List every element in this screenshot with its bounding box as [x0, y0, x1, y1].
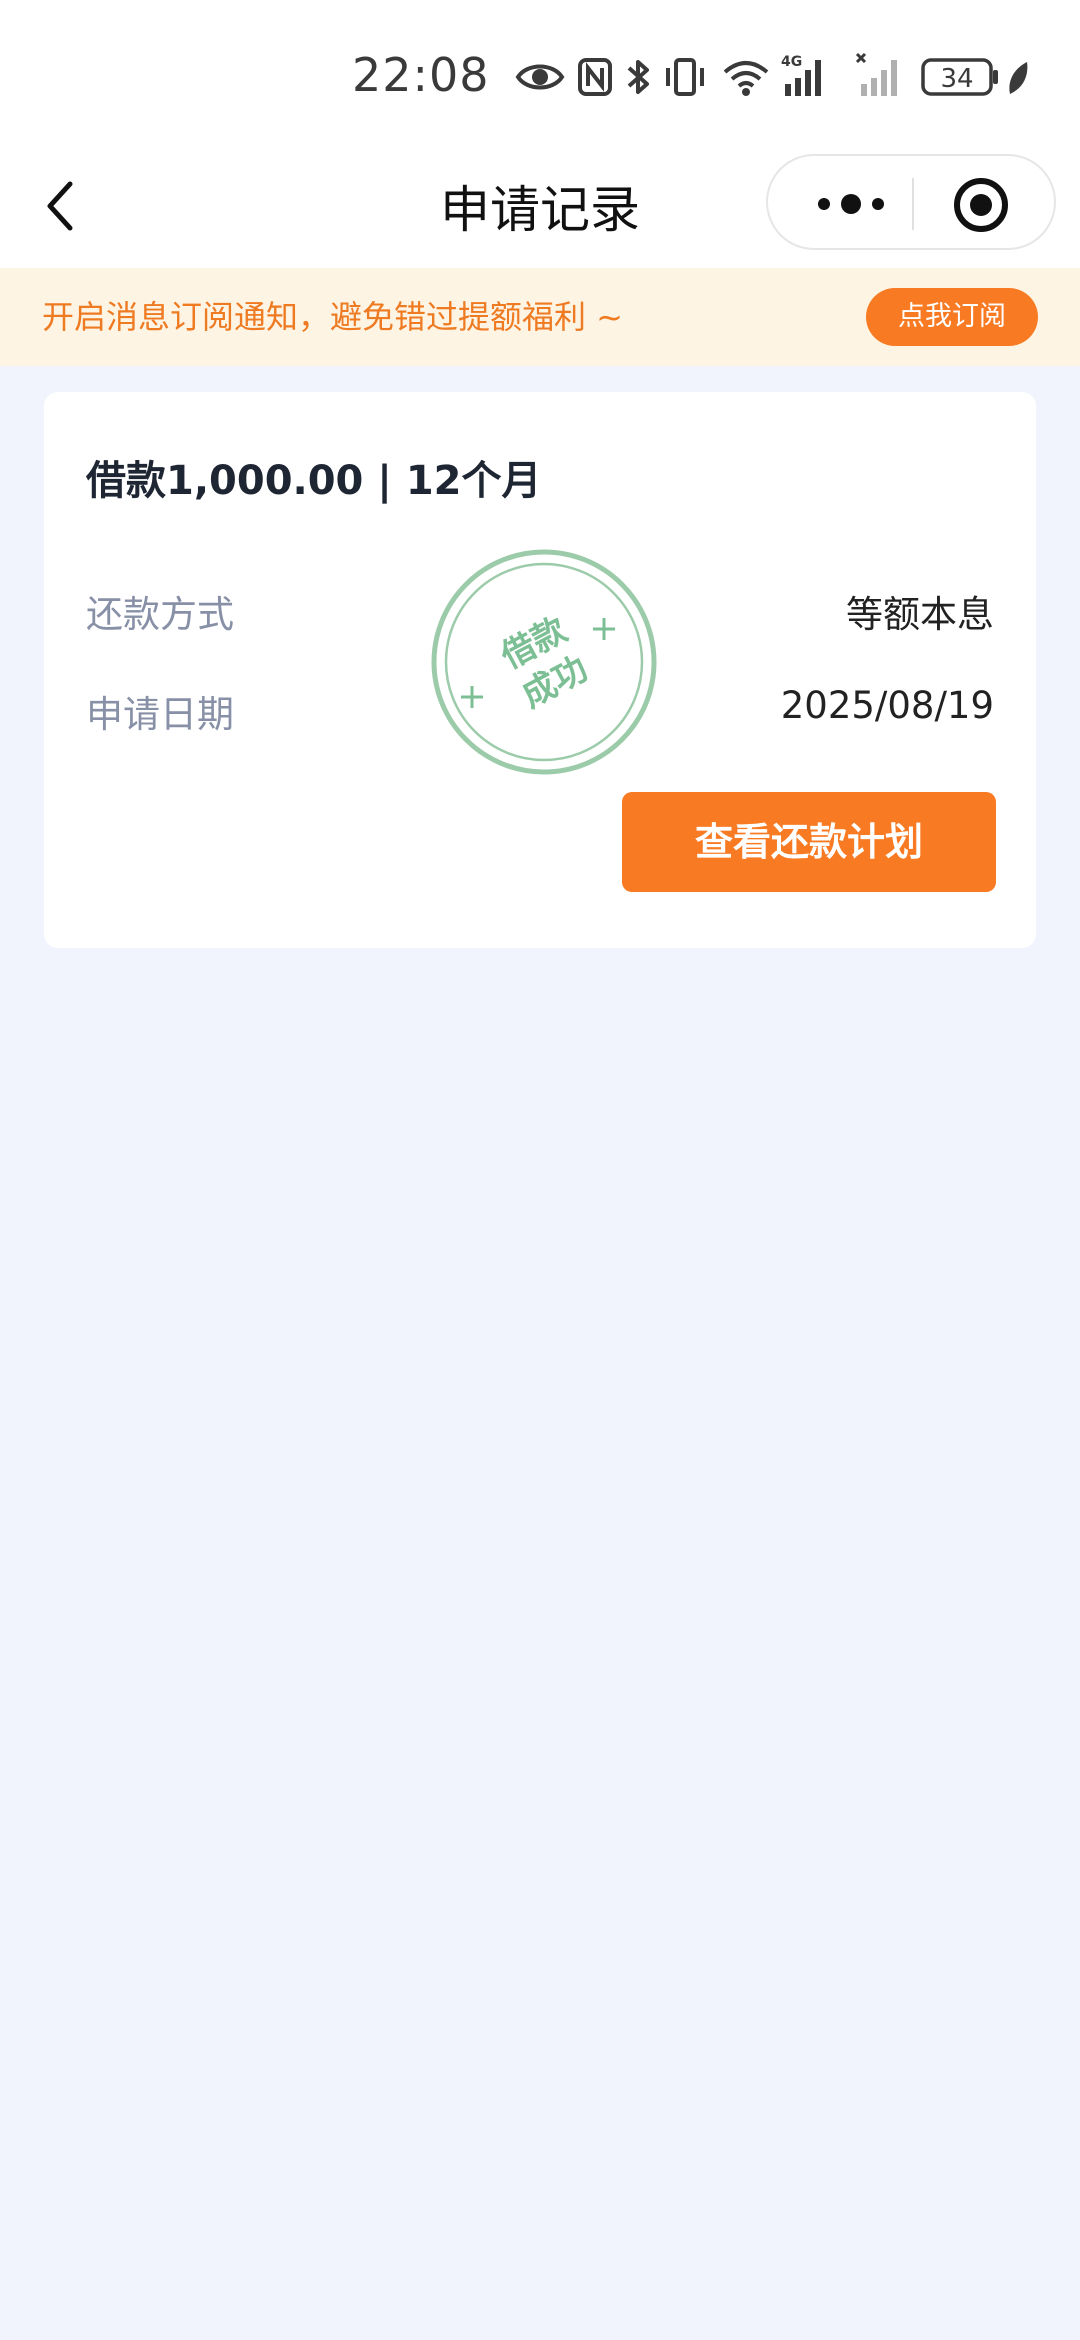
apply-date-value: 2025/08/19: [780, 684, 994, 727]
repay-method-label: 还款方式: [86, 593, 234, 636]
nfc-icon: [578, 58, 612, 96]
bluetooth-icon: [627, 60, 649, 94]
apply-date-label: 申请日期: [86, 693, 234, 736]
loan-title: 借款1,000.00 | 12个月: [86, 458, 542, 504]
back-button[interactable]: [36, 176, 84, 236]
status-time: 22:08: [352, 48, 490, 102]
view-repay-plan-button[interactable]: 查看还款计划: [622, 792, 996, 892]
target-icon[interactable]: [952, 176, 1010, 234]
signal-4g-icon: 4G: [781, 54, 821, 96]
repay-method-value: 等额本息: [846, 593, 994, 636]
wifi-icon: [723, 61, 769, 96]
notice-text: 开启消息订阅通知，避免错过提额福利 ~: [42, 298, 623, 336]
svg-text:34: 34: [940, 64, 973, 94]
nav-bar: 申请记录: [0, 150, 1080, 268]
subscribe-button[interactable]: 点我订阅: [866, 288, 1038, 346]
subscribe-notice: 开启消息订阅通知，避免错过提额福利 ~ 点我订阅: [0, 268, 1080, 366]
capsule-divider: [912, 178, 914, 230]
eye-icon: [515, 64, 565, 90]
mini-program-capsule: [766, 154, 1056, 250]
more-dots-icon[interactable]: [796, 174, 906, 234]
signal-no-sim-icon: [855, 52, 897, 96]
battery-icon: 34: [921, 58, 998, 96]
loan-success-stamp: 借款 成功: [431, 549, 657, 775]
leaf-icon: [1009, 62, 1028, 94]
loan-record-card: 借款1,000.00 | 12个月 还款方式 等额本息 申请日期 2025/08…: [44, 392, 1036, 948]
chevron-left-icon: [47, 181, 73, 231]
svg-text:4G: 4G: [781, 54, 802, 70]
vibrate-icon: [666, 58, 704, 96]
status-bar: 22:08 4G 34: [0, 0, 1080, 150]
